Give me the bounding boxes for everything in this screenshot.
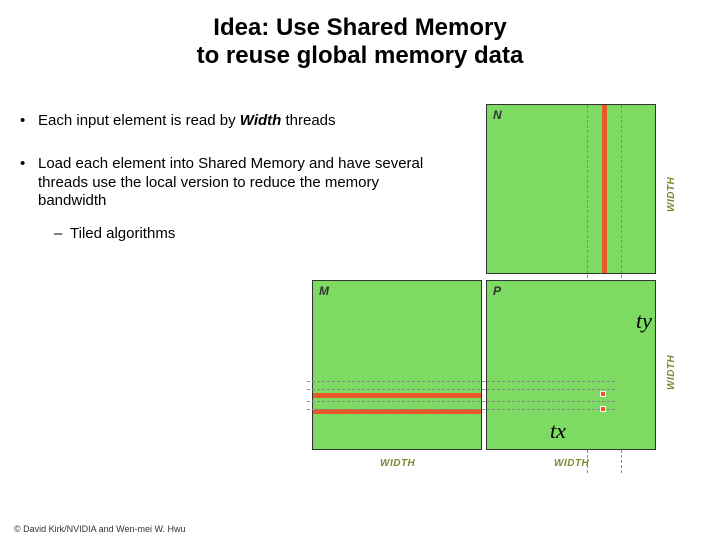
p-dash-h4 [307,409,615,410]
p-dash-h3 [307,401,615,402]
diagram: N WIDTH M WIDTH P WIDTH WIDTH ty tx [0,104,720,514]
title-line-1: Idea: Use Shared Memory [213,14,506,41]
matrix-m-label: M [319,284,329,298]
label-tx: tx [550,418,566,444]
matrix-p: P [486,280,656,450]
p-width-right: WIDTH [666,355,677,390]
p-dot-1 [600,391,606,397]
m-row-1 [313,393,481,398]
title-line-2: to reuse global memory data [197,42,524,69]
matrix-n-label: N [493,108,502,122]
p-dash-h2 [307,389,615,390]
label-ty: ty [636,308,652,334]
n-col-highlight [602,105,607,273]
p-dot-2 [600,406,606,412]
matrix-p-label: P [493,284,501,298]
matrix-n: N [486,104,656,274]
footer-credit: © David Kirk/NVIDIA and Wen-mei W. Hwu [14,524,186,534]
matrix-m: M [312,280,482,450]
slide-title: Idea: Use Shared Memory to reuse global … [0,0,720,77]
m-width-bottom: WIDTH [380,458,415,469]
p-width-bottom: WIDTH [554,458,589,469]
p-dash-h1 [307,381,615,382]
n-width-right: WIDTH [666,177,677,212]
